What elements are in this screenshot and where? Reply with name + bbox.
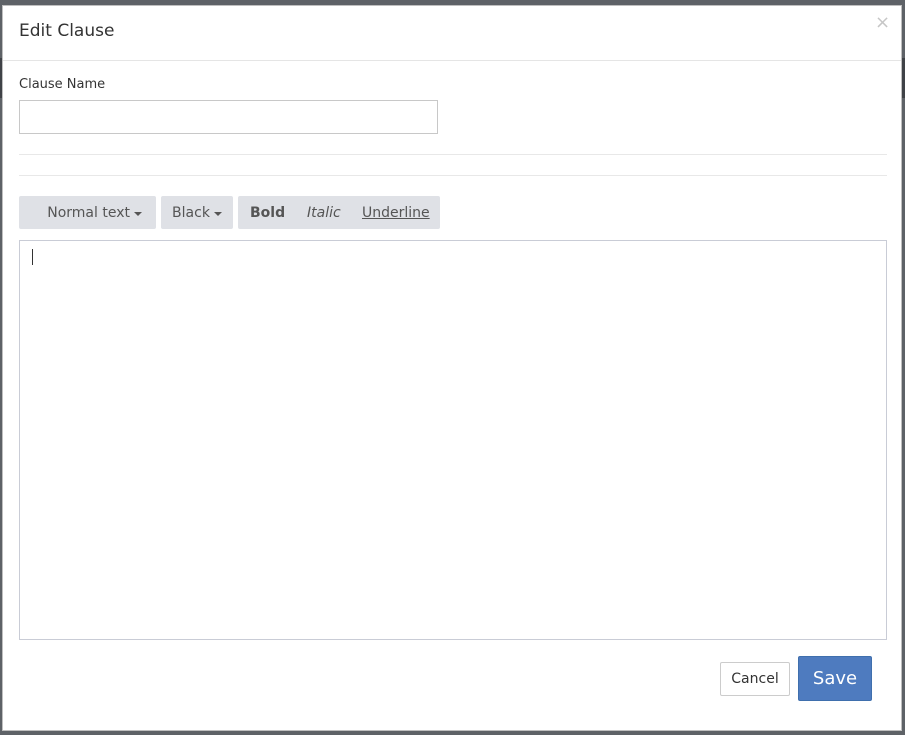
format-button-group: Bold Italic Underline xyxy=(238,196,440,229)
save-button[interactable]: Save xyxy=(798,656,872,701)
edit-clause-modal: Edit Clause × Clause Name Normal text Bl… xyxy=(2,5,902,731)
text-color-dropdown[interactable]: Black xyxy=(161,196,233,229)
divider xyxy=(19,154,887,155)
text-style-label: Normal text xyxy=(47,204,130,221)
caret-down-icon xyxy=(134,211,142,216)
text-style-dropdown[interactable]: Normal text xyxy=(19,196,156,229)
clause-name-label: Clause Name xyxy=(19,77,106,92)
modal-header: Edit Clause × xyxy=(3,6,901,61)
text-color-button[interactable]: Black xyxy=(172,205,222,221)
clause-name-input[interactable] xyxy=(19,100,438,134)
modal-title: Edit Clause xyxy=(19,21,115,41)
bold-button[interactable]: Bold xyxy=(250,205,285,221)
text-color-label: Black xyxy=(172,204,210,221)
caret-down-icon xyxy=(213,211,222,216)
close-icon[interactable]: × xyxy=(875,14,890,32)
clause-editor[interactable] xyxy=(19,240,887,640)
text-style-button[interactable]: Normal text xyxy=(47,205,142,221)
italic-button[interactable]: Italic xyxy=(307,205,341,221)
underline-button[interactable]: Underline xyxy=(362,205,430,221)
divider xyxy=(19,175,887,176)
cancel-button[interactable]: Cancel xyxy=(720,662,790,696)
text-cursor xyxy=(32,249,33,265)
